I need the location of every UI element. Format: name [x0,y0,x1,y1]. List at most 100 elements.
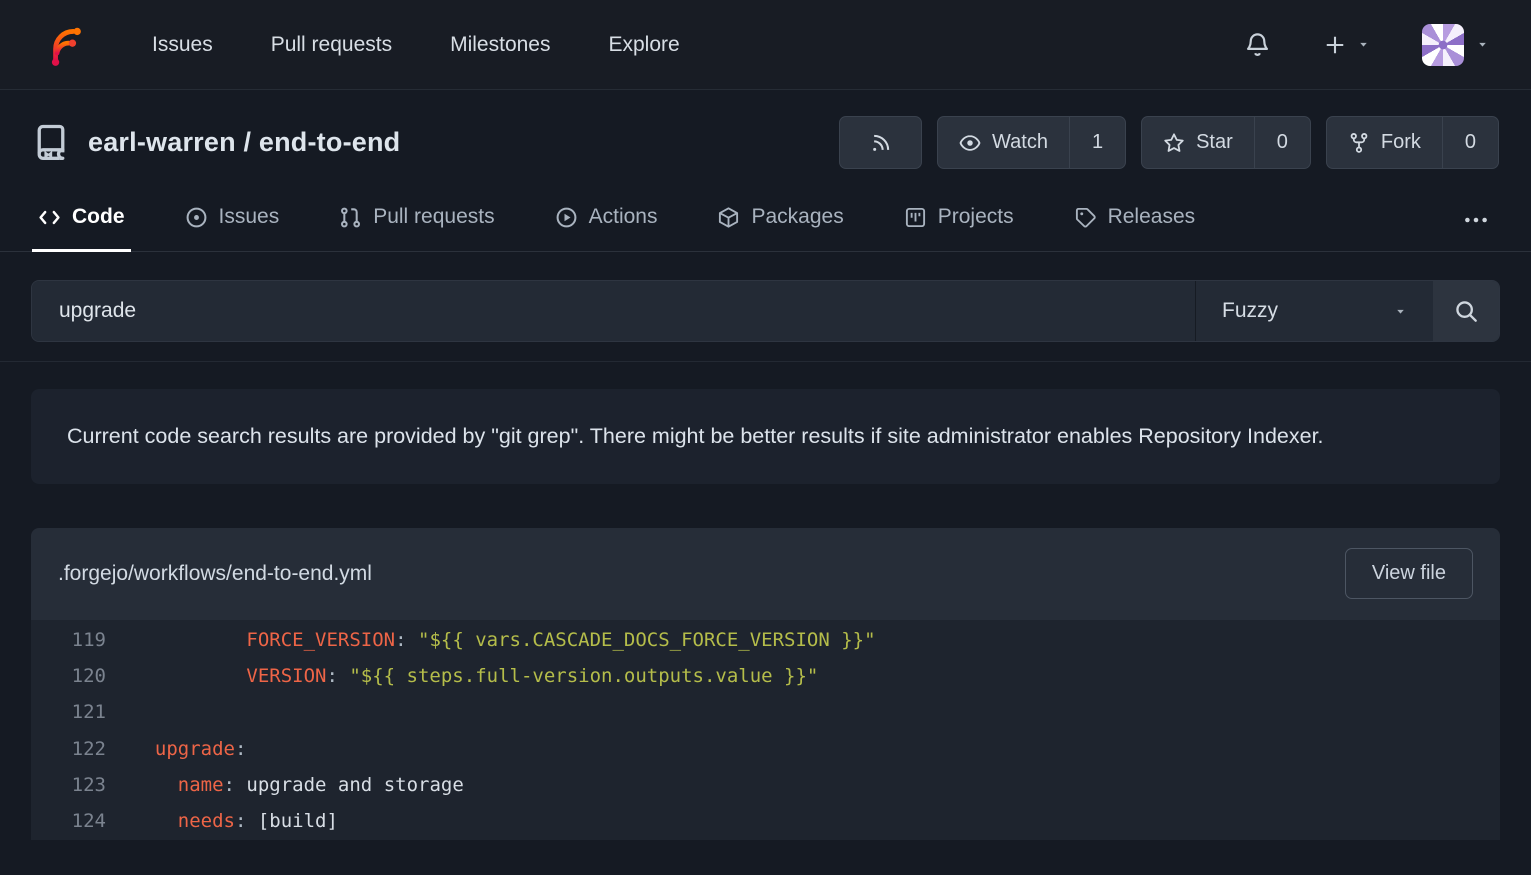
tab-code-label: Code [72,205,125,229]
code-punct: : [326,665,349,687]
notifications-bell-icon[interactable] [1244,31,1271,58]
line-number[interactable]: 123 [31,767,106,803]
tab-packages[interactable]: Packages [711,189,849,252]
tab-issues[interactable]: Issues [179,189,286,252]
line-number[interactable]: 124 [31,803,106,839]
section-divider [0,361,1531,362]
code-string: "${{ vars.CASCADE_DOCS_FORCE_VERSION }}" [418,629,876,651]
code-line: 120 VERSION: "${{ steps.full-version.out… [31,658,1500,694]
tab-actions-label: Actions [589,205,658,229]
code-content: needs: [build] [106,803,338,839]
repo-tabs: Code Issues Pull requests Actions Packag… [0,189,1531,252]
code-punct: : [235,810,258,832]
package-cube-icon [717,206,740,229]
user-menu[interactable] [1422,24,1489,66]
code-line: 123 name: upgrade and storage [31,767,1500,803]
line-number[interactable]: 122 [31,731,106,767]
create-new-dropdown[interactable] [1323,33,1370,57]
search-bar: Fuzzy [31,280,1500,342]
code-line: 121 [31,694,1500,730]
code-key: FORCE_VERSION [246,629,395,651]
watch-button[interactable]: Watch 1 [937,116,1126,169]
fork-button[interactable]: Fork 0 [1326,116,1499,169]
code-icon [38,206,61,229]
watch-label: Watch [992,131,1048,154]
code-snippet: 119 FORCE_VERSION: "${{ vars.CASCADE_DOC… [31,620,1500,840]
line-number[interactable]: 120 [31,658,106,694]
view-file-button[interactable]: View file [1345,548,1473,599]
search-button[interactable] [1433,281,1499,341]
code-punct: : [395,629,418,651]
repo-title-separator: / [236,127,259,157]
tab-releases-label: Releases [1108,205,1196,229]
search-icon [1454,299,1479,324]
tab-code[interactable]: Code [32,189,131,252]
forgejo-logo-icon[interactable] [42,23,86,67]
tab-packages-label: Packages [751,205,843,229]
ellipsis-icon [1463,207,1489,233]
code-indent [132,665,246,687]
tab-pull-requests[interactable]: Pull requests [333,189,500,252]
eye-icon [959,132,981,154]
code-content: name: upgrade and storage [106,767,464,803]
code-string: "${{ steps.full-version.outputs.value }}… [349,665,818,687]
line-number[interactable]: 121 [31,694,106,730]
code-search-section: Fuzzy [0,252,1531,361]
top-navbar: Issues Pull requests Milestones Explore [0,0,1531,90]
tab-actions[interactable]: Actions [549,189,664,252]
play-circle-icon [555,206,578,229]
code-line: 119 FORCE_VERSION: "${{ vars.CASCADE_DOC… [31,622,1500,658]
search-result-file: .forgejo/workflows/end-to-end.yml View f… [31,528,1500,840]
tab-releases[interactable]: Releases [1068,189,1202,252]
code-line: 122 upgrade: [31,731,1500,767]
search-indexer-notice: Current code search results are provided… [31,389,1500,484]
rss-icon [870,132,892,154]
repo-name-link[interactable]: end-to-end [259,127,400,157]
nav-link-explore[interactable]: Explore [609,33,680,57]
search-input[interactable] [32,281,1195,341]
primary-nav: Issues Pull requests Milestones Explore [152,33,680,57]
project-board-icon [904,206,927,229]
code-indent [132,810,178,832]
rss-feed-button[interactable] [839,116,922,169]
repo-title: earl-warren / end-to-end [88,127,400,158]
repo-header: earl-warren / end-to-end Watch 1 [0,90,1531,169]
fork-count[interactable]: 0 [1442,117,1498,168]
watch-count[interactable]: 1 [1069,117,1125,168]
star-count[interactable]: 0 [1254,117,1310,168]
star-icon [1163,132,1185,154]
code-key: needs [178,810,235,832]
nav-link-milestones[interactable]: Milestones [450,33,550,57]
search-mode-select[interactable]: Fuzzy [1196,281,1433,341]
code-punct: : [235,738,246,760]
nav-link-issues[interactable]: Issues [152,33,213,57]
code-punct: : [224,774,247,796]
star-label: Star [1196,131,1233,154]
repo-actions: Watch 1 Star 0 Fork 0 [839,116,1499,169]
nav-link-pull-requests[interactable]: Pull requests [271,33,392,57]
chevron-down-icon [1357,38,1370,51]
issue-circle-dot-icon [185,206,208,229]
tab-projects[interactable]: Projects [898,189,1020,252]
navbar-right [1244,24,1489,66]
file-path-link[interactable]: .forgejo/workflows/end-to-end.yml [58,562,372,586]
repo-owner-link[interactable]: earl-warren [88,127,236,157]
tab-pull-requests-label: Pull requests [373,205,494,229]
line-number[interactable]: 119 [31,622,106,658]
file-header: .forgejo/workflows/end-to-end.yml View f… [31,528,1500,620]
chevron-down-icon [1476,38,1489,51]
code-key: name [178,774,224,796]
code-key: upgrade [155,738,235,760]
tab-projects-label: Projects [938,205,1014,229]
chevron-down-icon [1394,305,1407,318]
code-indent [132,738,155,760]
tabs-overflow-menu[interactable] [1453,189,1499,251]
plus-icon [1323,33,1347,57]
star-button[interactable]: Star 0 [1141,116,1311,169]
code-content: FORCE_VERSION: "${{ vars.CASCADE_DOCS_FO… [106,622,876,658]
code-value: [build] [258,810,338,832]
code-line: 124 needs: [build] [31,803,1500,839]
code-indent [132,774,178,796]
code-indent [132,629,246,651]
fork-label: Fork [1381,131,1421,154]
